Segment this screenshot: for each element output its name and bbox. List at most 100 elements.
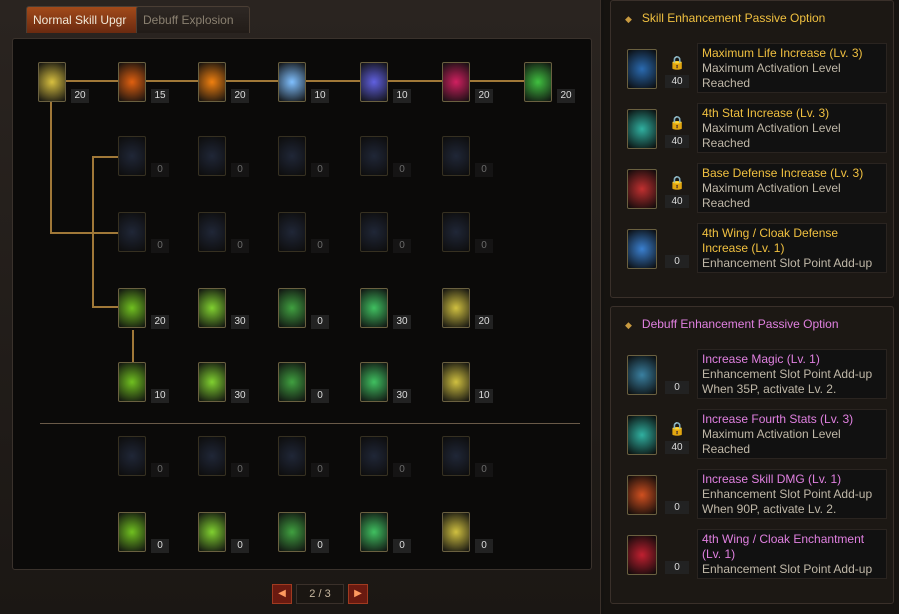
- skill-icon[interactable]: 0: [278, 288, 329, 329]
- passive-option-row[interactable]: 0 4th Wing / Cloak Enchantment (Lv. 1) Enh…: [621, 527, 887, 581]
- skill-icon[interactable]: 20: [442, 62, 493, 103]
- tab-debuff-explosion[interactable]: Debuff Explosion: [136, 6, 250, 33]
- connector-line: [50, 102, 52, 234]
- skill-icon[interactable]: 0: [360, 436, 411, 477]
- skill-section-header: ◆ Skill Enhancement Passive Option: [625, 11, 825, 25]
- skill-icon[interactable]: 30: [198, 288, 249, 329]
- connector-line: [132, 330, 134, 364]
- option-title: Maximum Life Increase (Lv. 3): [702, 46, 863, 60]
- passive-option-row[interactable]: 🔒 40 Maximum Life Increase (Lv. 3) Maximum …: [621, 41, 887, 95]
- skill-level-badge: 0: [231, 539, 249, 553]
- passive-option-icon: [627, 355, 657, 395]
- tab-normal-skill-upgrade[interactable]: Normal Skill Upgr: [26, 6, 140, 33]
- skill-icon[interactable]: 0: [360, 212, 411, 253]
- connector-line: [92, 306, 118, 308]
- skill-icon[interactable]: 0: [118, 136, 169, 177]
- skill-icon[interactable]: 0: [198, 136, 249, 177]
- skill-icon[interactable]: 0: [198, 212, 249, 253]
- passive-option-icon: [627, 535, 657, 575]
- skill-icon[interactable]: 0: [198, 436, 249, 477]
- option-description: Maximum Activation Level Reached: [702, 61, 841, 90]
- skill-level-badge: 0: [475, 239, 493, 253]
- skill-icon[interactable]: 0: [118, 512, 169, 553]
- option-title: Increase Fourth Stats (Lv. 3): [702, 412, 854, 426]
- option-level-badge: 0: [665, 561, 689, 574]
- skill-level-badge: 30: [231, 389, 249, 403]
- skill-icon[interactable]: 0: [442, 512, 493, 553]
- skill-icon[interactable]: 0: [360, 136, 411, 177]
- skill-level-badge: 0: [393, 163, 411, 177]
- option-description: Maximum Activation Level Reached: [702, 427, 841, 456]
- skill-level-badge: 0: [311, 315, 329, 329]
- skill-icon[interactable]: 10: [442, 362, 493, 403]
- option-text-box: 4th Wing / Cloak Defense Increase (Lv. 1…: [697, 223, 887, 273]
- skill-icon[interactable]: 30: [198, 362, 249, 403]
- option-level-badge: 0: [665, 255, 689, 268]
- skill-icon[interactable]: 30: [360, 362, 411, 403]
- skill-icon[interactable]: 20: [198, 62, 249, 103]
- skill-icon[interactable]: 0: [278, 136, 329, 177]
- option-text-box: 4th Wing / Cloak Enchantment (Lv. 1) Enha…: [697, 529, 887, 579]
- skill-icon[interactable]: 0: [278, 436, 329, 477]
- skill-icon[interactable]: 0: [442, 212, 493, 253]
- lock-icon: 🔒: [669, 55, 686, 70]
- skill-level-badge: 10: [311, 89, 329, 103]
- passive-option-icon: [627, 49, 657, 89]
- passive-option-icon: [627, 415, 657, 455]
- passive-option-row[interactable]: 🔒 40 Increase Fourth Stats (Lv. 3) Maximum …: [621, 407, 887, 461]
- connector-line: [92, 156, 94, 308]
- skill-icon[interactable]: 0: [278, 362, 329, 403]
- lock-icon: 🔒: [669, 175, 686, 190]
- skill-icon[interactable]: 10: [360, 62, 411, 103]
- option-title: 4th Wing / Cloak Defense Increase (Lv. 1…: [702, 226, 839, 255]
- skill-icon[interactable]: 0: [118, 436, 169, 477]
- skill-level-badge: 0: [231, 463, 249, 477]
- skill-level-badge: 20: [557, 89, 575, 103]
- debuff-section-header: ◆ Debuff Enhancement Passive Option: [625, 317, 839, 331]
- option-level-badge: 40: [665, 441, 689, 454]
- lock-icon: 🔒: [669, 421, 686, 436]
- skill-icon[interactable]: 20: [442, 288, 493, 329]
- skill-icon[interactable]: 20: [118, 288, 169, 329]
- skill-level-badge: 30: [393, 315, 411, 329]
- skill-level-badge: 0: [311, 463, 329, 477]
- option-level-badge: 40: [665, 195, 689, 208]
- skill-level-badge: 15: [151, 89, 169, 103]
- option-title: 4th Stat Increase (Lv. 3): [702, 106, 830, 120]
- option-description: Enhancement Slot Point Add-up When 90P, …: [702, 487, 873, 516]
- skill-level-badge: 10: [151, 389, 169, 403]
- passive-option-row[interactable]: 0 Increase Magic (Lv. 1) Enhancement Slot …: [621, 347, 887, 401]
- option-title: Increase Magic (Lv. 1): [702, 352, 820, 366]
- skill-icon[interactable]: 20: [524, 62, 575, 103]
- skill-icon[interactable]: 0: [442, 436, 493, 477]
- option-title: 4th Wing / Cloak Enchantment (Lv. 1): [702, 532, 865, 561]
- passive-option-icon: [627, 169, 657, 209]
- skill-level-badge: 0: [393, 463, 411, 477]
- skill-icon[interactable]: 0: [118, 212, 169, 253]
- skill-level-badge: 20: [475, 315, 493, 329]
- skill-level-badge: 20: [151, 315, 169, 329]
- skill-icon[interactable]: 20: [38, 62, 89, 103]
- skill-level-badge: 0: [311, 389, 329, 403]
- next-page-button[interactable]: ▶: [348, 584, 368, 604]
- prev-page-button[interactable]: ◀: [272, 584, 292, 604]
- skill-icon[interactable]: 0: [360, 512, 411, 553]
- skill-icon[interactable]: 0: [442, 136, 493, 177]
- skill-icon[interactable]: 15: [118, 62, 169, 103]
- skill-icon[interactable]: 30: [360, 288, 411, 329]
- debuff-enhancement-section: ◆ Debuff Enhancement Passive Option 0 Incr…: [610, 306, 894, 604]
- skill-icon[interactable]: 10: [278, 62, 329, 103]
- skill-icon[interactable]: 10: [118, 362, 169, 403]
- skill-level-badge: 0: [231, 163, 249, 177]
- skill-icon[interactable]: 0: [278, 512, 329, 553]
- passive-option-row[interactable]: 0 4th Wing / Cloak Defense Increase (Lv. …: [621, 221, 887, 275]
- passive-option-row[interactable]: 🔒 40 Base Defense Increase (Lv. 3) Maximum …: [621, 161, 887, 215]
- skill-icon[interactable]: 0: [278, 212, 329, 253]
- debuff-section-title: Debuff Enhancement Passive Option: [641, 317, 839, 331]
- passive-option-row[interactable]: 0 Increase Skill DMG (Lv. 1) Enhancement S…: [621, 467, 887, 521]
- pagination: ◀ 2 / 3 ▶: [272, 584, 368, 604]
- page-indicator: 2 / 3: [296, 584, 344, 604]
- skill-icon[interactable]: 0: [198, 512, 249, 553]
- skill-level-badge: 0: [475, 539, 493, 553]
- passive-option-row[interactable]: 🔒 40 4th Stat Increase (Lv. 3) Maximum Acti…: [621, 101, 887, 155]
